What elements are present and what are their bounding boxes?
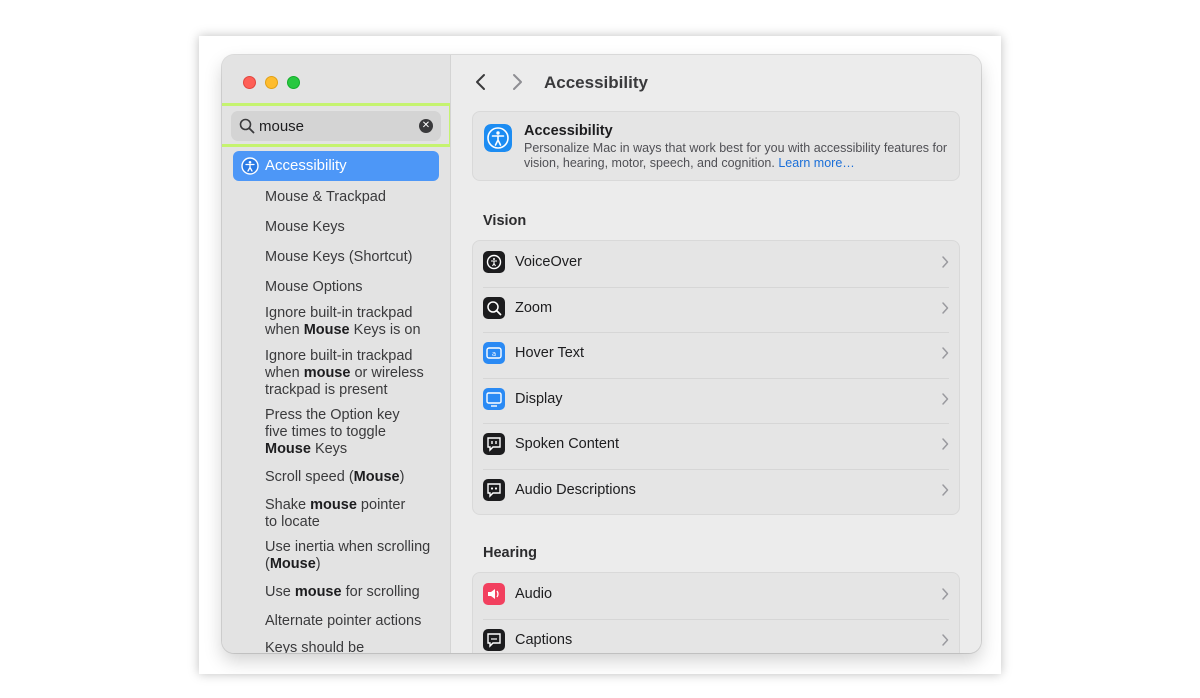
back-chevron-icon[interactable] xyxy=(473,73,489,91)
accessibility-icon xyxy=(484,124,512,152)
search-result-text: Mouse Options xyxy=(265,279,363,295)
search-result-text: ) xyxy=(315,556,321,572)
search-result-text: Keys xyxy=(310,441,348,457)
search-result-item[interactable]: Keys should be xyxy=(265,640,445,653)
settings-group-card: VoiceOver Zoom a Hover Text Display Spoken Co… xyxy=(472,240,960,515)
zoom-icon xyxy=(483,297,505,319)
forward-chevron-icon[interactable] xyxy=(509,73,525,91)
search-result-item[interactable]: Shake mouse pointer to locate xyxy=(265,497,415,531)
search-result-item[interactable]: Mouse & Trackpad xyxy=(265,189,445,206)
audio-icon xyxy=(483,583,505,605)
search-result-text: Mouse Keys xyxy=(265,219,345,235)
search-result-item[interactable]: Mouse Keys (Shortcut) xyxy=(265,249,445,266)
audio-descriptions-icon xyxy=(483,479,505,501)
section-title: Vision xyxy=(483,213,527,229)
chevron-right-icon xyxy=(942,438,949,450)
settings-row-label: Captions xyxy=(515,632,573,648)
search-result-match: mouse xyxy=(294,584,342,600)
sidebar-item-label: Accessibility xyxy=(265,157,347,174)
search-result-match: mouse xyxy=(303,365,351,381)
search-input[interactable] xyxy=(259,115,409,137)
chevron-right-icon xyxy=(942,393,949,405)
search-result-text: Use xyxy=(265,584,295,600)
settings-row-label: Audio Descriptions xyxy=(515,482,636,498)
window-controls xyxy=(243,76,300,89)
voiceover-icon xyxy=(483,251,505,273)
settings-row-zoom[interactable]: Zoom xyxy=(473,287,959,333)
settings-row-audio-descriptions[interactable]: Audio Descriptions xyxy=(473,469,959,515)
search-result-match: Mouse xyxy=(303,322,350,338)
page-title: Accessibility xyxy=(544,73,648,92)
settings-row-label: Spoken Content xyxy=(515,436,619,452)
spoken-content-icon xyxy=(483,433,505,455)
search-result-text: Shake xyxy=(265,497,311,513)
chevron-right-icon xyxy=(942,256,949,268)
captions-icon xyxy=(483,629,505,651)
search-result-text: Keys is on xyxy=(349,322,421,338)
settings-row-label: Zoom xyxy=(515,300,553,316)
clear-search-icon[interactable]: ✕ xyxy=(419,119,433,133)
search-result-item[interactable]: Ignore built-in trackpad when mouse or w… xyxy=(265,348,425,399)
settings-row-voiceover[interactable]: VoiceOver xyxy=(473,241,959,287)
settings-row-audio[interactable]: Audio xyxy=(473,573,959,619)
search-result-item[interactable]: Alternate pointer actions xyxy=(265,613,445,630)
learn-more-link[interactable]: Learn more… xyxy=(778,156,854,170)
chevron-right-icon xyxy=(942,302,949,314)
search-result-item[interactable]: Use mouse for scrolling xyxy=(265,584,445,601)
minimize-window-button[interactable] xyxy=(265,76,278,89)
chevron-right-icon xyxy=(942,634,949,646)
settings-row-label: Hover Text xyxy=(515,345,585,361)
settings-row-hover-text[interactable]: a Hover Text xyxy=(473,332,959,378)
search-result-match: mouse xyxy=(310,497,357,513)
settings-row-spoken-content[interactable]: Spoken Content xyxy=(473,423,959,469)
search-result-text: for scrolling xyxy=(341,584,420,600)
chevron-right-icon xyxy=(942,588,949,600)
search-result-text: Mouse Keys (Shortcut) xyxy=(265,249,413,265)
search-result-match: Mouse xyxy=(265,441,311,457)
zoom-window-button[interactable] xyxy=(287,76,300,89)
search-result-text: ) xyxy=(399,469,405,485)
settings-row-label: VoiceOver xyxy=(515,254,582,270)
search-result-text: Press the Option key five times to toggl… xyxy=(265,407,400,440)
search-result-item[interactable]: Scroll speed (Mouse) xyxy=(265,469,445,486)
settings-row-captions[interactable]: Captions xyxy=(473,619,959,653)
search-field[interactable]: ✕ xyxy=(231,111,441,141)
search-result-item[interactable]: Use inertia when scrolling (Mouse) xyxy=(265,539,445,573)
search-icon xyxy=(239,118,255,134)
search-result-match: Mouse xyxy=(269,556,316,572)
settings-row-label: Audio xyxy=(515,586,553,602)
hover-text-icon: a xyxy=(483,342,505,364)
display-icon xyxy=(483,388,505,410)
header-description: Personalize Mac in ways that work best f… xyxy=(524,141,954,171)
settings-group-card: Audio Captions xyxy=(472,572,960,653)
accessibility-icon xyxy=(241,157,259,175)
header-description-text: Personalize Mac in ways that work best f… xyxy=(524,141,948,170)
main-pane: Accessibility Accessibility Personalize … xyxy=(452,55,981,653)
sidebar: ✕ Accessibility Mouse & Trackpad Mouse Ke… xyxy=(222,55,451,653)
sidebar-item-accessibility[interactable]: Accessibility xyxy=(233,151,439,181)
section-title: Hearing xyxy=(483,545,537,561)
search-result-match: Mouse xyxy=(353,469,400,485)
search-result-text: Scroll speed ( xyxy=(265,469,354,485)
chevron-right-icon xyxy=(942,347,949,359)
header-title: Accessibility xyxy=(524,123,613,139)
search-result-item[interactable]: Ignore built-in trackpad when Mouse Keys… xyxy=(265,305,425,339)
close-window-button[interactable] xyxy=(243,76,256,89)
search-result-item[interactable]: Mouse Keys xyxy=(265,219,445,236)
svg-text:a: a xyxy=(492,350,496,358)
search-result-text: Mouse & Trackpad xyxy=(265,189,386,205)
chevron-right-icon xyxy=(942,484,949,496)
settings-row-display[interactable]: Display xyxy=(473,378,959,424)
system-settings-window: ✕ Accessibility Mouse & Trackpad Mouse Ke… xyxy=(222,55,981,653)
accessibility-header-card: Accessibility Personalize Mac in ways th… xyxy=(472,111,960,181)
search-result-item[interactable]: Mouse Options xyxy=(265,279,445,296)
search-result-text: Keys should be xyxy=(265,640,365,653)
settings-row-label: Display xyxy=(515,391,563,407)
search-result-item[interactable]: Press the Option key five times to toggl… xyxy=(265,407,425,458)
search-result-text: Alternate pointer actions xyxy=(265,613,422,629)
